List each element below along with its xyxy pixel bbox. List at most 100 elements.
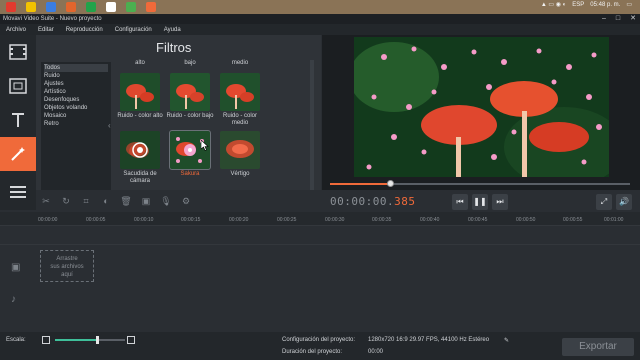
pause-button[interactable]: ❚❚	[472, 194, 488, 210]
rotate-icon[interactable]: ↻	[60, 195, 72, 207]
volume-icon: 🔊	[619, 197, 629, 206]
notification-icon[interactable]: ▭	[626, 1, 632, 8]
cut-icon[interactable]: ✂	[40, 195, 52, 207]
fullscreen-icon: ⤢	[600, 197, 608, 206]
seek-bar-progress	[330, 183, 390, 185]
skip-forward-icon: ⏭	[496, 197, 504, 206]
fullscreen-button[interactable]: ⤢	[596, 194, 612, 210]
project-config-label: Configuración del proyecto:	[282, 337, 356, 343]
color-icon[interactable]: ◐	[100, 195, 112, 207]
timeline-tracks[interactable]	[0, 226, 640, 332]
project-duration-row: Duración del proyecto: 00:00	[282, 349, 383, 355]
track-divider	[0, 244, 640, 245]
sidebar-item-menu[interactable]	[0, 175, 36, 209]
duration-label: Duración del proyecto:	[282, 349, 343, 355]
scale-slider-handle[interactable]	[96, 336, 99, 344]
drop-zone-line: sus archivos	[50, 264, 84, 270]
drop-zone-line: Arrastre	[56, 256, 78, 262]
category-item[interactable]: Desenfoques	[44, 96, 108, 104]
filter-label: Sakura	[180, 171, 200, 177]
image-icon[interactable]: ▣	[140, 195, 152, 207]
sidebar-item-media[interactable]	[0, 35, 36, 69]
ruler-tick: 00:00:25	[277, 217, 297, 223]
category-item[interactable]: Todos	[44, 64, 108, 72]
mic-icon[interactable]: 🎙	[160, 195, 172, 207]
zoom-in-icon[interactable]	[127, 336, 135, 344]
sidebar-item-text[interactable]	[0, 103, 36, 137]
ruler-tick: 00:00:00	[38, 217, 58, 223]
tool-sidebar	[0, 35, 36, 210]
video-preview	[354, 37, 609, 177]
titles-icon	[9, 78, 27, 94]
mouse-cursor-icon	[201, 140, 209, 151]
menu-item-reproduccion[interactable]: Reproducción	[66, 27, 103, 33]
scale-label: Escala:	[6, 337, 26, 343]
export-button[interactable]: Exportar	[562, 338, 634, 356]
filter-thumb-noise-low[interactable]	[170, 73, 210, 111]
edit-pencil-icon[interactable]: ✎	[504, 337, 509, 344]
clock[interactable]: 05:48 p. m.	[590, 2, 620, 8]
language-indicator[interactable]: ESP	[572, 2, 584, 8]
category-item[interactable]: Objetos volando	[44, 104, 108, 112]
panel-scrollbar[interactable]	[310, 60, 314, 210]
taskbar-app-icon[interactable]	[66, 2, 76, 12]
scroll-left-arrow-icon[interactable]: ‹	[108, 121, 111, 130]
taskbar-app-icon[interactable]	[126, 2, 136, 12]
volume-button[interactable]: 🔊	[616, 194, 632, 210]
pause-icon: ❚❚	[473, 197, 487, 206]
filter-label: Ruido - color alto	[117, 113, 163, 119]
menu-item-configuracion[interactable]: Configuración	[115, 27, 152, 33]
delete-icon[interactable]: 🗑	[120, 195, 132, 207]
sidebar-item-effects[interactable]	[0, 137, 36, 171]
maximize-button[interactable]: □	[616, 14, 620, 24]
taskbar-app-icon[interactable]	[86, 2, 96, 12]
category-item[interactable]: Ajustes	[44, 80, 108, 88]
crop-icon[interactable]: ⌗	[80, 195, 92, 207]
settings-icon[interactable]: ⚙	[180, 195, 192, 207]
video-track-icon: ▣	[11, 262, 21, 273]
seek-handle[interactable]	[387, 180, 394, 187]
skip-back-icon: ⏮	[456, 197, 464, 206]
filter-thumb-noise-high[interactable]	[120, 73, 160, 111]
category-item[interactable]: Mosaico	[44, 112, 108, 120]
os-taskbar: ▲ ▭ ◉ ◐ ESP 05:48 p. m. ▭	[0, 0, 640, 14]
filter-thumb-noise-medium[interactable]	[220, 73, 260, 111]
filter-label: Ruido - color bajo	[166, 113, 214, 119]
timecode: 00:00:00.385	[330, 195, 415, 208]
ruler-tick: 00:01:00	[604, 217, 624, 223]
media-icon	[9, 44, 27, 60]
tray-icons[interactable]: ▲ ▭ ◉ ◐	[541, 1, 566, 8]
menu-item-archivo[interactable]: Archivo	[6, 27, 26, 33]
project-config-value: 1280x720 16:9 29.97 FPS, 44100 Hz Estére…	[368, 337, 490, 343]
panel-title: Filtros	[156, 40, 192, 55]
menu-item-editar[interactable]: Editar	[38, 27, 54, 33]
ruler-tick: 00:00:05	[86, 217, 106, 223]
skip-forward-button[interactable]: ⏭	[492, 194, 508, 210]
category-item[interactable]: Retro	[44, 120, 108, 128]
timecode-ms: 385	[394, 195, 416, 208]
filter-thumb-camera-shake[interactable]	[120, 131, 160, 169]
close-button[interactable]: ✕	[630, 14, 636, 24]
skip-back-button[interactable]: ⏮	[452, 194, 468, 210]
partial-label: bajo	[184, 60, 196, 66]
minimize-button[interactable]: –	[602, 14, 606, 24]
sidebar-item-titles[interactable]	[0, 69, 36, 103]
taskbar-app-icon[interactable]	[6, 2, 16, 12]
zoom-out-icon[interactable]	[42, 336, 50, 344]
taskbar-app-icon[interactable]	[146, 2, 156, 12]
taskbar-app-icon[interactable]	[106, 2, 116, 12]
text-icon	[12, 113, 24, 127]
taskbar-app-icon[interactable]	[46, 2, 56, 12]
filter-thumb-vertigo[interactable]	[220, 131, 260, 169]
ruler-tick: 00:00:15	[181, 217, 201, 223]
ruler-tick: 00:00:50	[516, 217, 536, 223]
ruler-tick: 00:00:10	[134, 217, 154, 223]
category-item[interactable]: Ruido	[44, 72, 108, 80]
category-item[interactable]: Artístico	[44, 88, 108, 96]
filter-label: Vértigo	[230, 171, 250, 177]
menu-item-ayuda[interactable]: Ayuda	[164, 27, 181, 33]
partial-label: medio	[231, 60, 249, 66]
taskbar-app-icon[interactable]	[26, 2, 36, 12]
drop-zone[interactable]: Arrastre sus archivos aquí	[40, 250, 94, 282]
ruler-tick: 00:00:40	[420, 217, 440, 223]
